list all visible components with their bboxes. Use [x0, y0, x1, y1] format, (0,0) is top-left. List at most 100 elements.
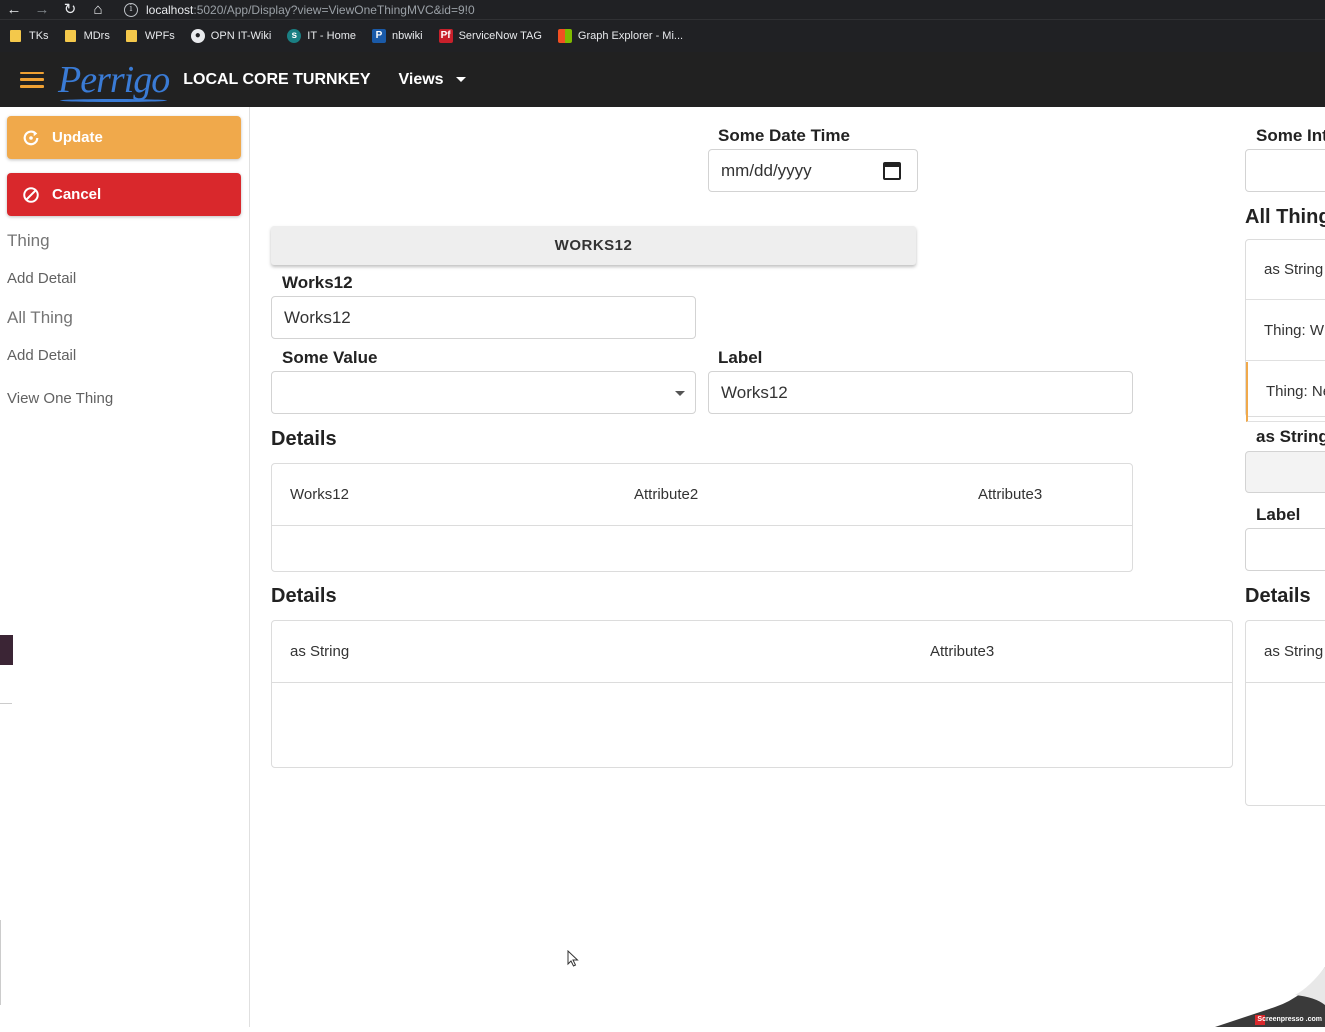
bookmark-label: TKs	[29, 30, 49, 42]
mouse-cursor-icon	[567, 950, 579, 967]
url-host: localhost	[146, 3, 193, 17]
column-header[interactable]: Attribute3	[978, 486, 1042, 503]
update-label: Update	[52, 129, 103, 146]
views-dropdown[interactable]: Views	[398, 71, 465, 89]
nav-section-thing: Thing	[7, 231, 50, 251]
bookmark-label: nbwiki	[392, 30, 423, 42]
bookmarks-bar: TKs MDrs WPFs ● OPN IT-Wiki s IT - Home …	[0, 19, 1325, 52]
works12-value: Works12	[284, 308, 351, 328]
home-icon[interactable]: ⌂	[84, 0, 112, 19]
folder-icon	[126, 30, 137, 42]
url-path: :5020/App/Display?view=ViewOneThingMVC&i…	[193, 3, 474, 17]
folder-icon	[65, 30, 76, 42]
list-item[interactable]: as String	[1246, 240, 1325, 300]
block-icon	[22, 186, 40, 204]
list-item[interactable]: Thing: W	[1246, 301, 1325, 361]
bookmark-label: Graph Explorer - Mi...	[578, 30, 683, 42]
url-field[interactable]: i localhost :5020/App/Display?view=ViewO…	[120, 0, 475, 19]
bookmark-it-home[interactable]: s IT - Home	[287, 29, 356, 43]
details-title: Details	[1245, 585, 1311, 608]
bookmark-mdrs[interactable]: MDrs	[65, 30, 110, 42]
forward-arrow-icon[interactable]: →	[28, 0, 56, 19]
all-thing-title: All Thing	[1245, 206, 1325, 229]
table-header: as String Attribute3	[272, 621, 1232, 683]
browser-address-bar: ← → ↻ ⌂ i localhost :5020/App/Display?vi…	[0, 0, 1325, 19]
update-button[interactable]: Update	[7, 116, 241, 159]
details-table: Works12 Attribute2 Attribute3	[271, 463, 1133, 572]
side-drawer: Update Cancel Thing Add Detail All Thing…	[0, 107, 250, 1027]
column-header[interactable]: Attribute3	[930, 643, 994, 660]
nav-link-add-detail[interactable]: Add Detail	[7, 270, 76, 287]
calendar-icon[interactable]	[883, 162, 901, 180]
some-value-select[interactable]	[271, 371, 696, 414]
table-header: Works12 Attribute2 Attribute3	[272, 464, 1132, 526]
list-item[interactable]: Thing: Ne	[1246, 362, 1325, 422]
app-title: LOCAL CORE TURNKEY	[183, 71, 370, 89]
label-input[interactable]: Works12	[708, 371, 1133, 414]
column-header[interactable]: Attribute2	[634, 486, 698, 503]
bookmark-wpfs[interactable]: WPFs	[126, 30, 175, 42]
nav-link-view-one-thing[interactable]: View One Thing	[7, 390, 113, 407]
bookmark-label: ServiceNow TAG	[459, 30, 542, 42]
nav-link-add-detail-2[interactable]: Add Detail	[7, 347, 76, 364]
table-header: as String	[1246, 621, 1325, 683]
bookmark-opn-it-wiki[interactable]: ● OPN IT-Wiki	[191, 29, 272, 43]
nav-section-all-thing: All Thing	[7, 308, 73, 328]
main-content: Some Date Time mm/dd/yyyy WORKS12 Works1…	[251, 107, 1325, 1027]
bookmark-label: OPN IT-Wiki	[211, 30, 272, 42]
column-header[interactable]: as String	[290, 643, 349, 660]
divider	[0, 703, 12, 704]
pf-icon: Pf	[439, 29, 453, 43]
drawer-edge-marker	[0, 635, 13, 665]
folder-icon	[10, 30, 21, 42]
column-header[interactable]: as String	[1264, 643, 1323, 660]
bookmark-servicenow-tag[interactable]: Pf ServiceNow TAG	[439, 29, 542, 43]
as-string-label: as String	[1256, 427, 1325, 447]
date-placeholder: mm/dd/yyyy	[721, 161, 812, 181]
label-input[interactable]	[1245, 528, 1325, 571]
hamburger-menu-icon[interactable]	[20, 72, 44, 88]
back-arrow-icon[interactable]: ←	[0, 0, 28, 19]
works12-input[interactable]: Works12	[271, 296, 696, 339]
some-value-label: Some Value	[282, 348, 377, 368]
label-value: Works12	[721, 383, 788, 403]
globe-icon: ●	[191, 29, 205, 43]
bookmark-nbwiki[interactable]: P nbwiki	[372, 29, 423, 43]
p-icon: P	[372, 29, 386, 43]
bookmark-tks[interactable]: TKs	[10, 30, 49, 42]
caret-down-icon	[675, 391, 685, 396]
cancel-label: Cancel	[52, 186, 101, 203]
sharepoint-icon: s	[287, 29, 301, 43]
all-thing-list: as String Thing: W Thing: Ne	[1245, 239, 1325, 417]
date-input[interactable]: mm/dd/yyyy	[708, 149, 918, 192]
date-label: Some Date Time	[718, 126, 850, 146]
watermark-text: Screenpresso .com	[1257, 1016, 1322, 1023]
bookmark-graph-explorer[interactable]: Graph Explorer - Mi...	[558, 29, 683, 43]
as-string-input[interactable]	[1245, 451, 1325, 493]
site-info-icon[interactable]: i	[124, 3, 138, 17]
group-header[interactable]: WORKS12	[271, 226, 916, 265]
perrigo-logo: Perrigo	[58, 60, 169, 100]
right-column: Some Int All Thing as String Thing: W Th…	[1245, 107, 1325, 1027]
reload-icon[interactable]: ↻	[56, 0, 84, 19]
cancel-button[interactable]: Cancel	[7, 173, 241, 216]
screenpresso-watermark: Screenpresso .com	[1215, 967, 1325, 1027]
details-table: as String Attribute3	[271, 620, 1233, 768]
works12-label: Works12	[282, 273, 353, 293]
details-table: as String	[1245, 620, 1325, 806]
divider	[0, 920, 1, 1005]
caret-down-icon	[456, 77, 466, 82]
microsoft-icon	[558, 29, 572, 43]
details-title: Details	[271, 585, 337, 608]
some-int-label: Some Int	[1256, 126, 1325, 146]
details-title: Details	[271, 428, 337, 451]
views-label: Views	[398, 71, 443, 89]
column-header[interactable]: Works12	[290, 486, 349, 503]
bookmark-label: WPFs	[145, 30, 175, 42]
refresh-icon	[22, 129, 40, 147]
app-header: Perrigo LOCAL CORE TURNKEY Views	[0, 52, 1325, 107]
bookmark-label: MDrs	[84, 30, 110, 42]
some-int-input[interactable]	[1245, 149, 1325, 192]
bookmark-label: IT - Home	[307, 30, 356, 42]
label-label: Label	[1256, 505, 1300, 525]
